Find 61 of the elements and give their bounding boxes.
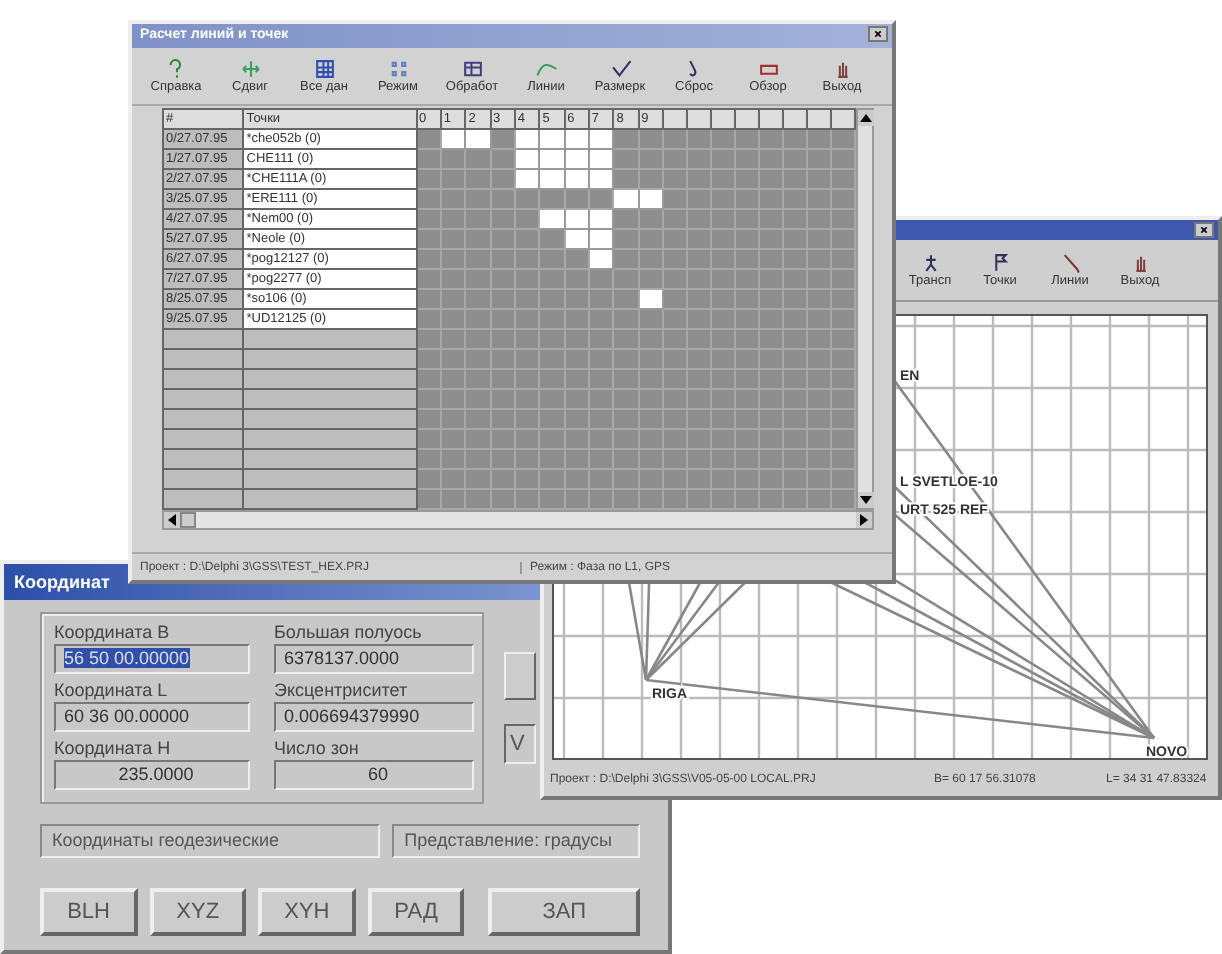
field-label: Число зон [274,736,361,760]
scroll-up-icon[interactable] [858,110,874,126]
column-header [782,109,807,129]
table-cell [163,429,244,449]
status-panel: Представление: градусы [392,824,640,858]
table-cell [163,389,244,409]
table-cell [163,409,244,429]
horizontal-scrollbar[interactable] [162,510,874,530]
input-field[interactable]: 60 36 00.00000 [54,702,250,732]
column-header [710,109,735,129]
command-button[interactable]: ЗАП [488,888,641,936]
field-value: 56 50 00.00000 [64,648,190,668]
field-value: 0.006694379990 [284,706,420,726]
table-cell [163,469,244,489]
field-value: 6378137.0000 [284,648,400,668]
field-value: 60 [367,764,388,784]
column-header [758,109,783,129]
table-icon [461,58,483,80]
column-header [806,109,831,129]
column-header [662,109,687,129]
column-header [734,109,759,129]
table-cell [163,369,244,389]
scroll-right-icon[interactable] [856,512,872,528]
curve-icon [535,58,557,80]
command-button[interactable]: BLH [40,888,138,936]
command-button[interactable]: XYZ [149,888,247,936]
input-field[interactable]: 235.0000 [54,760,250,790]
column-header [830,109,855,129]
button[interactable] [504,652,536,700]
close-icon[interactable] [868,26,888,42]
status-panel: Координаты геодезические [40,824,381,858]
field-label: Большая полуось [274,620,424,644]
scrollbar-thumb[interactable] [180,512,196,528]
input-field[interactable]: V [504,724,536,764]
command-button[interactable]: РАД [367,888,465,936]
help-icon [165,58,187,80]
field-value: 235.0000 [118,764,194,784]
scroll-left-icon[interactable] [164,512,180,528]
check-icon [609,58,631,80]
field-label: Координата L [54,678,170,702]
vertical-scrollbar[interactable] [856,108,874,510]
column-header [686,109,711,129]
scroll-down-icon[interactable] [858,492,874,508]
close-icon[interactable] [1194,222,1214,238]
field-label: Координата B [54,620,172,644]
dots-icon [387,58,409,80]
table-cell [163,349,244,369]
flag-icon [989,252,1011,274]
field-label: Эксцентриситет [274,678,410,702]
input-field[interactable]: 6378137.0000 [274,644,474,674]
table-cell [163,489,244,509]
arrows-icon [239,58,261,80]
input-field[interactable]: 60 [274,760,474,790]
field-label: Координата H [54,736,173,760]
input-field[interactable]: 0.006694379990 [274,702,474,732]
table-cell [163,449,244,469]
field-value: 60 36 00.00000 [64,706,190,726]
grid-icon [313,58,335,80]
input-field[interactable]: 56 50 00.00000 [54,644,250,674]
table-cell [163,329,244,349]
command-button[interactable]: XYH [258,888,356,936]
